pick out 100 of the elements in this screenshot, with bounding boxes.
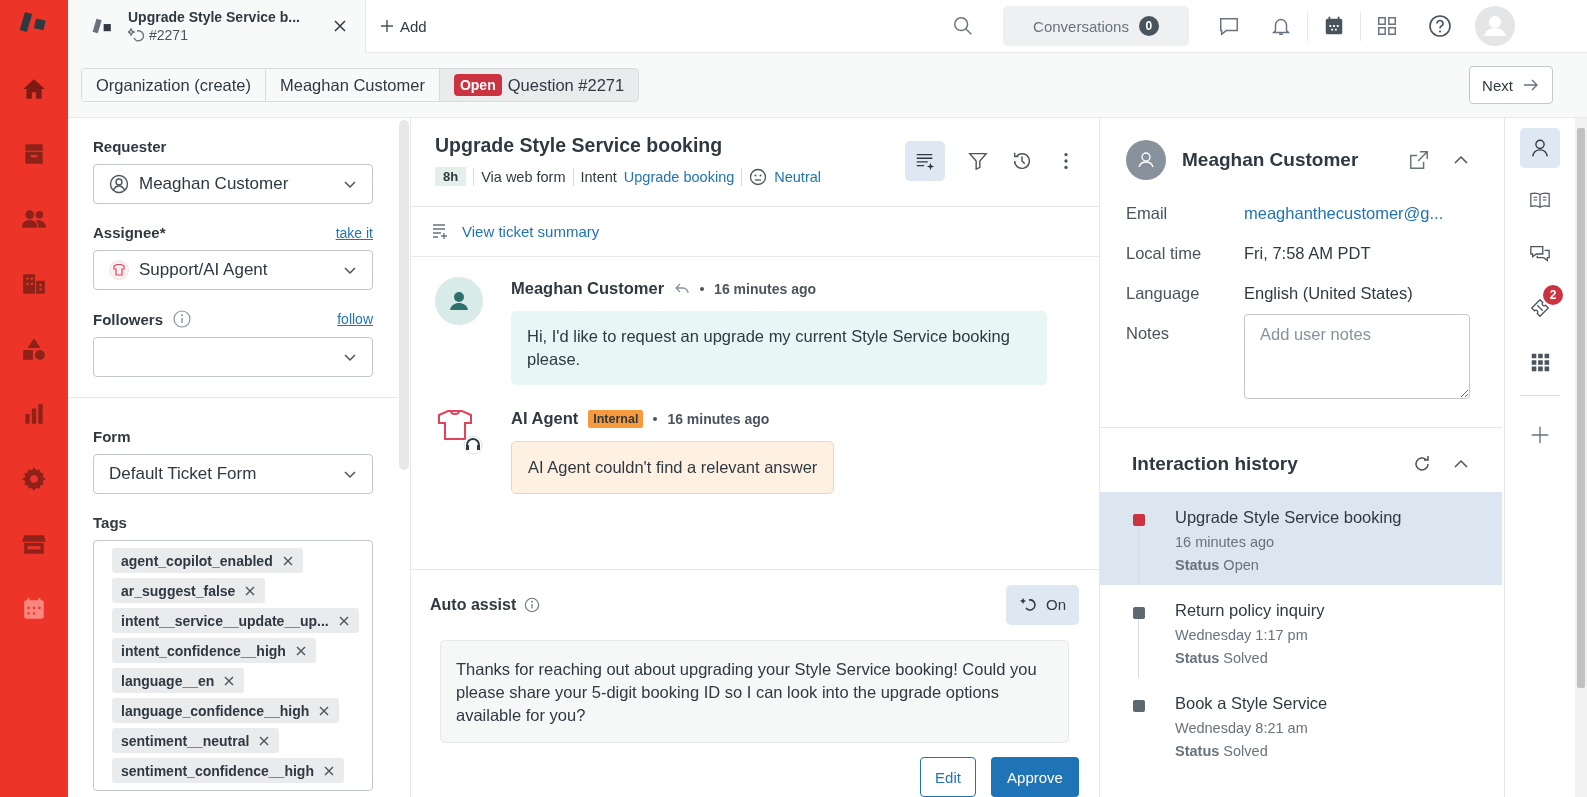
- remove-icon[interactable]: [244, 584, 257, 597]
- summary-icon: [431, 222, 449, 241]
- tag[interactable]: language__en: [112, 668, 245, 693]
- breadcrumb[interactable]: Open Question #2271: [439, 69, 639, 101]
- user-icon: [1529, 137, 1551, 159]
- ticket-icon[interactable]: [1529, 297, 1551, 319]
- history-item[interactable]: Upgrade Style Service booking 16 minutes ago Status Open: [1100, 492, 1502, 585]
- sentiment-link[interactable]: Neutral: [774, 168, 821, 185]
- history-status: Status Solved: [1175, 650, 1269, 666]
- history-title: Book a Style Service: [1175, 694, 1328, 713]
- remove-icon[interactable]: [337, 614, 350, 627]
- message-time: 16 minutes ago: [667, 410, 770, 427]
- field-value: English (United States): [1244, 284, 1413, 303]
- history-time: 16 minutes ago: [1175, 534, 1276, 550]
- calendar-icon[interactable]: [1323, 15, 1345, 37]
- user-button[interactable]: [1520, 128, 1560, 168]
- dot-icon: [700, 286, 705, 291]
- history-time: Wednesday 1:17 pm: [1175, 627, 1309, 643]
- next-button[interactable]: Next: [1469, 66, 1553, 104]
- info-icon[interactable]: [524, 596, 541, 613]
- tag[interactable]: ar_suggest_false: [112, 578, 266, 603]
- sparkle-icon: [128, 27, 144, 43]
- filter-icon[interactable]: [967, 150, 989, 172]
- shirt-icon: [109, 260, 129, 280]
- breadcrumb-label: Meaghan Customer: [280, 75, 425, 95]
- tag[interactable]: sentiment__neutral: [112, 728, 280, 753]
- conversations-button[interactable]: Conversations 0: [1003, 6, 1189, 46]
- take-it-link[interactable]: take it: [335, 224, 373, 241]
- author-name: AI Agent: [511, 409, 579, 429]
- apps-grid-icon[interactable]: [1376, 15, 1398, 37]
- apps-grid-icon[interactable]: [1529, 351, 1551, 373]
- channel-text: Via web form: [481, 168, 566, 185]
- history-time: Wednesday 8:21 am: [1175, 720, 1309, 736]
- remove-icon[interactable]: [281, 554, 294, 567]
- refresh-icon[interactable]: [1412, 454, 1432, 474]
- history-item[interactable]: Return policy inquiry Wednesday 1:17 pm Status Solved: [1100, 585, 1502, 678]
- neutral-face-icon: [749, 167, 768, 186]
- user-circle-icon: [109, 174, 129, 194]
- dot-icon: [653, 416, 658, 421]
- tags-field[interactable]: agent_copilot_enabled ar_suggest_false intent__service__update__up... intent_confidence__high language__en language_confidence__high sentiment__neutral sentiment_confidence__high: [93, 540, 373, 791]
- add-tab-button[interactable]: Add: [374, 13, 433, 39]
- close-icon[interactable]: [333, 19, 347, 33]
- ticket-number: #2271: [149, 27, 188, 43]
- customer-name: Meaghan Customer: [1182, 149, 1359, 171]
- ticket-tab[interactable]: Upgrade Style Service b... #2271: [68, 0, 366, 53]
- info-icon[interactable]: [173, 310, 191, 328]
- status-badge: Open: [453, 74, 502, 96]
- message-bubble: AI Agent couldn't find a relevant answer: [511, 440, 835, 494]
- history-item[interactable]: Book a Style Service Wednesday 8:21 am Status Solved: [1100, 678, 1502, 771]
- breadcrumb-label: Organization (create): [96, 75, 251, 95]
- field-value: Fri, 7:58 AM PDT: [1244, 244, 1371, 263]
- field-label: Assignee*: [93, 224, 166, 241]
- intent-label: Intent: [580, 168, 617, 185]
- notes-field[interactable]: Add user notes: [1244, 314, 1470, 399]
- breadcrumb[interactable]: Organization (create): [82, 69, 266, 101]
- message-time: 16 minutes ago: [714, 280, 817, 297]
- remove-icon[interactable]: [322, 764, 335, 777]
- tag[interactable]: sentiment_confidence__high: [112, 758, 344, 783]
- history-status: Status Solved: [1175, 743, 1269, 759]
- view-summary-link[interactable]: View ticket summary: [462, 222, 600, 240]
- form-select[interactable]: Default Ticket Form: [93, 454, 373, 494]
- help-icon[interactable]: [1428, 14, 1452, 38]
- tag[interactable]: language_confidence__high: [112, 698, 340, 723]
- approve-button[interactable]: Approve: [991, 757, 1079, 797]
- customer-avatar-icon: [1126, 140, 1166, 180]
- external-link-icon[interactable]: [1408, 149, 1430, 171]
- add-icon[interactable]: [1529, 424, 1551, 446]
- auto-assist-toggle[interactable]: On: [1006, 584, 1079, 625]
- history-status: Status Open: [1175, 557, 1260, 573]
- history-title: Upgrade Style Service booking: [1175, 508, 1402, 527]
- intent-link[interactable]: Upgrade booking: [623, 168, 735, 185]
- chat-icon[interactable]: [1218, 15, 1240, 37]
- plus-icon: [380, 19, 394, 33]
- field-label: Tags: [93, 514, 127, 531]
- field-label: Requester: [93, 138, 167, 155]
- history-icon[interactable]: [1011, 150, 1033, 172]
- follow-link[interactable]: follow: [337, 311, 373, 327]
- breadcrumb-label: Question #2271: [507, 75, 625, 95]
- summary-button[interactable]: [905, 141, 945, 181]
- tag[interactable]: intent_confidence__high: [112, 638, 316, 663]
- remove-icon[interactable]: [223, 674, 236, 687]
- field-label: Local time: [1126, 244, 1203, 263]
- search-icon[interactable]: [952, 15, 974, 37]
- requester-select[interactable]: Meaghan Customer: [93, 164, 373, 204]
- remove-icon[interactable]: [258, 734, 271, 747]
- remove-icon[interactable]: [318, 704, 331, 717]
- remove-icon[interactable]: [294, 644, 307, 657]
- message-bubble: Hi, I'd like to request an upgrade my current Style Service booking please.: [511, 310, 1047, 385]
- ticket-title: Upgrade Style Service booking: [435, 134, 724, 157]
- tag[interactable]: intent__service__update__up...: [112, 608, 359, 633]
- field-label: Language: [1126, 284, 1201, 303]
- section-title: Interaction history: [1132, 453, 1298, 475]
- scrollbar-thumb[interactable]: [1577, 128, 1585, 688]
- assignee-select[interactable]: Support/AI Agent: [93, 250, 373, 290]
- edit-button[interactable]: Edit: [920, 757, 976, 797]
- email-link[interactable]: meaghanthecustomer@g...: [1244, 204, 1444, 223]
- book-icon[interactable]: [1529, 189, 1551, 211]
- scrollbar-thumb[interactable]: [399, 120, 409, 470]
- tag[interactable]: agent_copilot_enabled: [112, 548, 303, 573]
- history-title: Return policy inquiry: [1175, 601, 1325, 620]
